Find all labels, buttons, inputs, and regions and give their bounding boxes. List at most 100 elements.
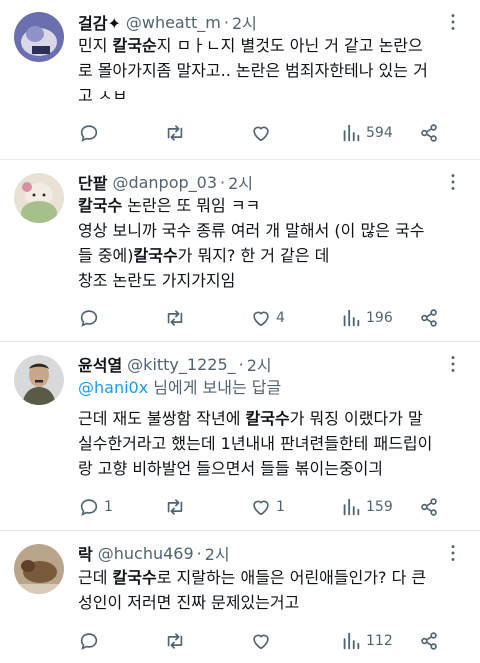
retweet-icon [167, 310, 183, 326]
text-line: 민지 칼국순지 ㅁㅏㄴ지 별것도 아닌 거 같고 논란으 [78, 36, 423, 55]
tweet[interactable]: 단팥 @danpop_03 · 2시 칼국수 논란은 또 뭐임 ㅋㅋ 영상 보니… [0, 160, 480, 342]
tweet[interactable]: 걸감✦ @wheatt_m · 2시 민지 칼국순지 ㅁㅏㄴ지 별것도 아닌 거… [0, 0, 480, 160]
timestamp[interactable]: 2시 [228, 170, 253, 194]
user-handle[interactable]: @danpop_03 [112, 173, 217, 192]
tweet-header: 락 @huchu469 · 2시 [78, 541, 230, 565]
separator-dot: · [238, 354, 244, 374]
avatar-image [14, 12, 64, 62]
view-count: 196 [366, 310, 393, 326]
more-icon[interactable] [442, 171, 464, 193]
retweet-button[interactable] [164, 121, 190, 145]
text-line: 고 ㅅㅂ [78, 86, 128, 101]
user-handle[interactable]: @huchu469 [98, 544, 194, 563]
timeline-feed: 걸감✦ @wheatt_m · 2시 민지 칼국순지 ㅁㅏㄴ지 별것도 아닌 거… [0, 0, 480, 663]
text-line: 창조 논란도 가지가지임 [78, 271, 236, 290]
separator-dot: · [223, 12, 229, 32]
retweet-button[interactable] [164, 495, 190, 519]
text-line: 들 중에)칼국수가 뭐지? 한 거 같은 데 [78, 246, 330, 265]
replying-to: @hani0x 님에게 보내는 답글 [78, 376, 466, 400]
reply-count: 1 [104, 499, 113, 515]
reply-button[interactable] [78, 121, 104, 145]
like-count: 1 [276, 499, 285, 515]
avatar[interactable] [14, 355, 64, 405]
display-name[interactable]: 락 [78, 541, 93, 565]
views-icon [343, 632, 360, 650]
text-line: 근데 재도 불쌍함 작년에 칼국수가 뭐징 이랬다가 말 [78, 409, 423, 428]
timestamp[interactable]: 2시 [232, 10, 257, 34]
tweet[interactable]: 락 @huchu469 · 2시 근데 칼국수로 지랄하는 애들은 어린애들인가… [0, 531, 480, 663]
views-button[interactable]: 594 [340, 121, 393, 145]
text-line: 영상 보니까 국수 종류 여러 개 말해서 (이 많은 국수 [78, 221, 425, 240]
share-button[interactable] [418, 629, 440, 653]
like-icon [253, 634, 269, 650]
retweet-icon [167, 633, 183, 649]
share-icon [421, 498, 437, 516]
tweet-text: @hani0x 님에게 보내는 답글 근데 재도 불쌍함 작년에 칼국수가 뭐징… [78, 376, 466, 481]
display-name[interactable]: 걸감✦ [78, 10, 121, 34]
text-line: 칼국수 논란은 또 뭐임 ㅋㅋ [78, 196, 261, 215]
like-count: 4 [276, 310, 285, 326]
views-button[interactable]: 159 [340, 495, 393, 519]
avatar[interactable] [14, 12, 64, 62]
like-icon [253, 311, 269, 327]
share-icon [421, 632, 437, 650]
more-icon[interactable] [442, 353, 464, 375]
reply-icon [80, 125, 98, 142]
reply-button[interactable]: 1 [78, 495, 113, 519]
reply-icon [80, 499, 98, 516]
views-icon [343, 498, 360, 516]
like-button[interactable]: 1 [250, 495, 285, 519]
reply-button[interactable] [78, 629, 104, 653]
separator-dot: · [196, 543, 202, 563]
like-icon [253, 126, 269, 142]
avatar-image [14, 544, 64, 594]
more-icon[interactable] [442, 11, 464, 33]
reply-icon [80, 633, 98, 650]
avatar[interactable] [14, 173, 64, 223]
timestamp[interactable]: 2시 [247, 352, 272, 376]
action-bar: 112 [78, 629, 458, 653]
share-icon [421, 309, 437, 327]
reply-icon [80, 310, 98, 327]
share-icon [421, 124, 437, 142]
user-handle[interactable]: @kitty_1225_ [127, 355, 235, 374]
like-button[interactable]: 4 [250, 306, 285, 330]
tweet-header: 윤석열 @kitty_1225_ · 2시 [78, 352, 272, 376]
share-button[interactable] [418, 495, 440, 519]
more-icon[interactable] [442, 542, 464, 564]
text-line: 실수한거라고 했는데 1년내내 판녀련들한테 패드립이 [78, 434, 433, 453]
replying-to-label: 님에게 보내는 답글 [148, 378, 282, 397]
views-button[interactable]: 112 [340, 629, 393, 653]
avatar-image [14, 173, 64, 223]
mention-link[interactable]: @hani0x [78, 378, 148, 397]
retweet-button[interactable] [164, 629, 190, 653]
retweet-icon [167, 499, 183, 515]
views-button[interactable]: 196 [340, 306, 393, 330]
share-button[interactable] [418, 121, 440, 145]
like-button[interactable] [250, 629, 276, 653]
action-bar: 594 [78, 121, 458, 145]
text-line: 로 몰아가지좀 말자고.. 논란은 범죄자한테나 있는 거 [78, 61, 428, 80]
display-name[interactable]: 윤석열 [78, 352, 122, 376]
views-icon [343, 309, 360, 327]
share-button[interactable] [418, 306, 440, 330]
text-line: 랑 고향 비하발언 들으면서 들들 볶이는중이긔 [78, 459, 384, 478]
like-button[interactable] [250, 121, 276, 145]
reply-button[interactable] [78, 306, 104, 330]
tweet-text: 근데 칼국수로 지랄하는 애들은 어린애들인가? 다 큰 성인이 저러면 진짜 … [78, 565, 466, 615]
like-icon [253, 500, 269, 516]
retweet-button[interactable] [164, 306, 190, 330]
views-icon [343, 124, 360, 142]
tweet-header: 걸감✦ @wheatt_m · 2시 [78, 10, 257, 34]
display-name[interactable]: 단팥 [78, 170, 107, 194]
tweet-text: 민지 칼국순지 ㅁㅏㄴ지 별것도 아닌 거 같고 논란으 로 몰아가지좀 말자고… [78, 33, 466, 101]
view-count: 159 [366, 499, 393, 515]
view-count: 112 [366, 633, 393, 649]
avatar-image [14, 355, 64, 405]
timestamp[interactable]: 2시 [205, 541, 230, 565]
action-bar: 1 1 159 [78, 495, 458, 519]
text-line: 성인이 저러면 진짜 문제있는거고 [78, 593, 300, 612]
tweet[interactable]: 윤석열 @kitty_1225_ · 2시 @hani0x 님에게 보내는 답글… [0, 342, 480, 531]
user-handle[interactable]: @wheatt_m [126, 13, 221, 32]
avatar[interactable] [14, 544, 64, 594]
